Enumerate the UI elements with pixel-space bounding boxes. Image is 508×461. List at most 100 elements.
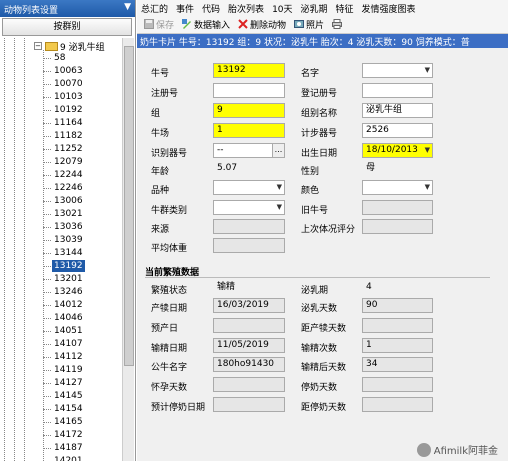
last-bcs-label: 上次体况评分: [301, 225, 356, 235]
tree-item-cow[interactable]: 14046: [52, 312, 85, 324]
menu-item[interactable]: 泌乳期: [301, 2, 328, 15]
tree-item-cow[interactable]: 14172: [52, 429, 85, 441]
menu-item[interactable]: 胎次列表: [228, 2, 264, 15]
expected-dry-date-value: [213, 397, 285, 412]
cow-no-field[interactable]: 13192: [213, 63, 285, 78]
data-input-icon: [182, 19, 192, 29]
tree-item-cow[interactable]: 13192: [52, 260, 85, 272]
reg-cow-no-field[interactable]: [362, 83, 433, 98]
sex-label: 性别: [301, 167, 320, 177]
farm-label: 牛场: [151, 129, 170, 139]
tree-item-cow[interactable]: 10070: [52, 78, 85, 90]
name-select[interactable]: ▼: [362, 63, 433, 78]
tree-guide-line: [24, 38, 25, 461]
birth-date-picker[interactable]: 18/10/2013 ▼: [362, 143, 433, 158]
tree-item-cow[interactable]: 14112: [52, 351, 85, 363]
tree-item-cow[interactable]: 13246: [52, 286, 85, 298]
tree-item-cow[interactable]: 12079: [52, 156, 85, 168]
animal-list-title: 动物列表设置: [4, 6, 59, 16]
days-to-dry-value: [362, 397, 433, 412]
group-name-field[interactable]: 泌乳牛组: [362, 103, 433, 118]
tree-item-cow[interactable]: 14012: [52, 299, 85, 311]
tree-item-cow[interactable]: 14051: [52, 325, 85, 337]
tree-connector: [43, 175, 51, 176]
lactation-value: 4: [362, 280, 433, 295]
tree-item-cow[interactable]: 14145: [52, 390, 85, 402]
tree-connector: [43, 110, 51, 111]
tree-connector: [43, 448, 51, 449]
tree-item-cow[interactable]: 14187: [52, 442, 85, 454]
menu-item[interactable]: 事件: [176, 2, 194, 15]
delete-animal-label: 删除动物: [250, 20, 287, 31]
tree-item-cow[interactable]: 13039: [52, 234, 85, 246]
delete-animal-button[interactable]: 删除动物: [235, 17, 289, 32]
tree-item-cow[interactable]: 14119: [52, 364, 85, 376]
tree-item-cow[interactable]: 13201: [52, 273, 85, 285]
photo-button[interactable]: 照片: [291, 17, 327, 32]
tree-connector: [43, 409, 51, 410]
tree-item-cow[interactable]: 11252: [52, 143, 85, 155]
tree-item-cow[interactable]: 14107: [52, 338, 85, 350]
breeding-status-label: 繁殖状态: [151, 286, 188, 296]
tree-connector: [43, 97, 51, 98]
tree-connector: [43, 422, 51, 423]
collapse-icon[interactable]: −: [34, 42, 42, 50]
tree-item-cow[interactable]: 14165: [52, 416, 85, 428]
age-label: 年龄: [151, 167, 170, 177]
tree-item-cow[interactable]: 13036: [52, 221, 85, 233]
tree-node-group-9[interactable]: − 9 泌乳牛组: [34, 40, 105, 53]
tree-item-cow[interactable]: 14154: [52, 403, 85, 415]
delete-icon: [238, 19, 248, 29]
data-input-button[interactable]: 数据输入: [179, 17, 233, 32]
tree-item-cow[interactable]: 10103: [52, 91, 85, 103]
farm-field[interactable]: 1: [213, 123, 285, 138]
menu-item[interactable]: 特征: [336, 2, 354, 15]
browse-button[interactable]: ...: [272, 144, 284, 157]
tree-guide-line: [43, 50, 44, 461]
tree-item-cow[interactable]: 13021: [52, 208, 85, 220]
reg-no-field[interactable]: [213, 83, 285, 98]
tree-item-cow[interactable]: 13144: [52, 247, 85, 259]
avg-weight-field: [213, 238, 285, 253]
group-by-button[interactable]: 按群别: [2, 18, 132, 36]
tree-item-cow[interactable]: 11164: [52, 117, 85, 129]
animal-list-title-bar[interactable]: 动物列表设置 ▼: [0, 0, 135, 17]
scrollbar-thumb[interactable]: [124, 46, 134, 366]
tree-connector: [43, 188, 51, 189]
group-name-label: 组别名称: [301, 109, 338, 119]
expected-dry-date-label: 预计停奶日期: [151, 403, 206, 413]
chevron-down-icon[interactable]: ▼: [124, 2, 131, 12]
menu-item[interactable]: 发情强度图表: [362, 2, 416, 15]
tree-item-cow[interactable]: 58: [52, 52, 67, 64]
tree-item-cow[interactable]: 14201: [52, 455, 85, 461]
toolbar: 保存 数据输入 删除动物 照片: [137, 15, 508, 34]
tree-connector: [43, 396, 51, 397]
tree-item-cow[interactable]: 13006: [52, 195, 85, 207]
group-field[interactable]: 9: [213, 103, 285, 118]
due-date-value: [213, 318, 285, 333]
insem-date-value: 11/05/2019: [213, 338, 285, 353]
tree-scrollbar[interactable]: [122, 38, 134, 461]
menu-item[interactable]: 10天: [272, 2, 292, 15]
tree-item-cow[interactable]: 10192: [52, 104, 85, 116]
tree-item-cow[interactable]: 12244: [52, 169, 85, 181]
save-button[interactable]: 保存: [141, 17, 177, 32]
print-button[interactable]: [329, 18, 345, 30]
tree-item-cow[interactable]: 12246: [52, 182, 85, 194]
tree-connector: [43, 58, 51, 59]
breed-select[interactable]: ▼: [213, 180, 285, 195]
calving-date-label: 产犊日期: [151, 304, 188, 314]
tree-item-cow[interactable]: 10063: [52, 65, 85, 77]
avg-weight-label: 平均体重: [151, 244, 188, 254]
tree-connector: [43, 266, 51, 267]
id-device-value: --: [217, 145, 224, 155]
tree-item-cow[interactable]: 11182: [52, 130, 85, 142]
pedometer-field[interactable]: 2526: [362, 123, 433, 138]
id-device-field[interactable]: --...: [213, 143, 285, 158]
tree-item-cow[interactable]: 14127: [52, 377, 85, 389]
source-label: 来源: [151, 225, 170, 235]
color-select[interactable]: ▼: [362, 180, 433, 195]
menu-item[interactable]: 总汇的: [141, 2, 168, 15]
menu-item[interactable]: 代码: [202, 2, 220, 15]
herd-type-select[interactable]: ▼: [213, 200, 285, 215]
